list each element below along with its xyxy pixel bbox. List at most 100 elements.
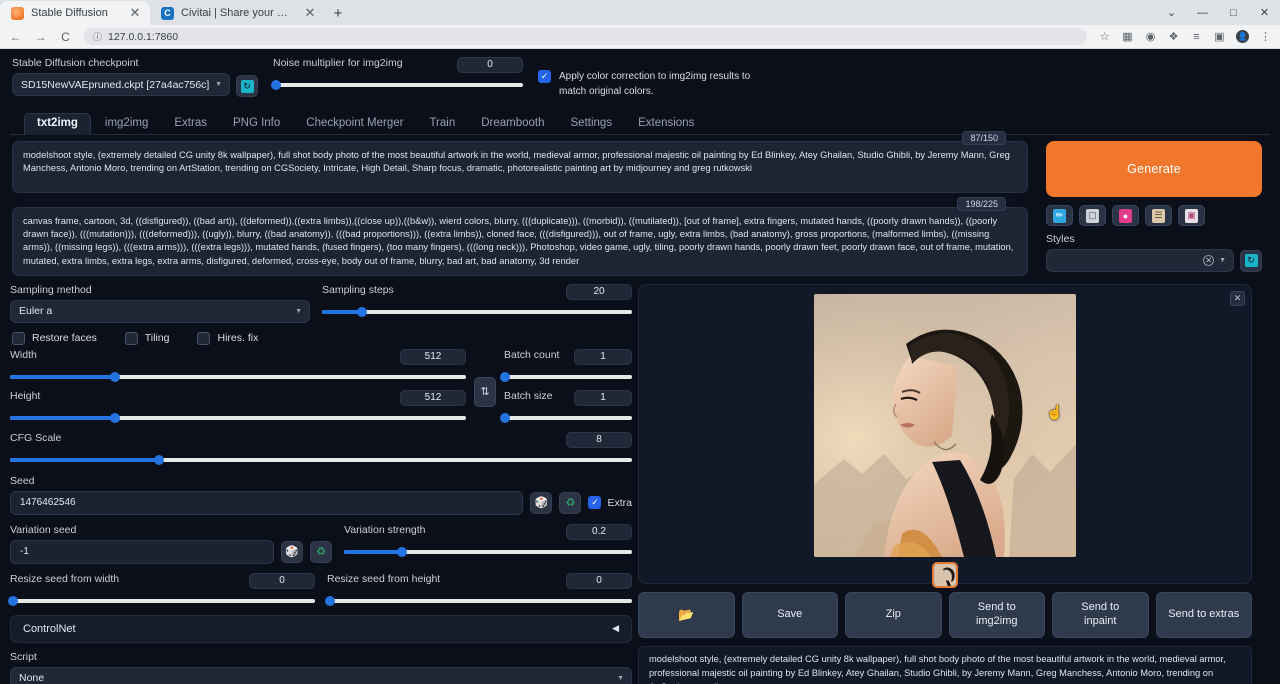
slider-knob[interactable] <box>500 413 510 423</box>
zip-button[interactable]: Zip <box>845 592 942 638</box>
variation-seed-input[interactable]: -1 <box>10 540 274 564</box>
hires-fix-checkbox[interactable] <box>197 332 210 345</box>
tab-settings[interactable]: Settings <box>559 114 625 134</box>
forward-icon[interactable]: → <box>31 27 50 46</box>
sampling-steps-slider[interactable] <box>322 308 632 316</box>
minimize-icon[interactable]: — <box>1187 0 1218 25</box>
bookmark-star-icon[interactable]: ☆ <box>1096 28 1113 45</box>
noise-multiplier-slider[interactable] <box>273 81 523 89</box>
side-panel-icon[interactable]: ▣ <box>1211 28 1228 45</box>
variation-dice-button[interactable]: 🎲 <box>281 541 303 563</box>
variation-recycle-button[interactable]: ♻ <box>310 541 332 563</box>
puzzle-icon[interactable]: ❖ <box>1165 28 1182 45</box>
back-icon[interactable]: ← <box>6 27 25 46</box>
reading-list-icon[interactable]: ≡ <box>1188 28 1205 45</box>
generated-image[interactable]: ☝ <box>814 294 1076 557</box>
cfg-scale-slider[interactable] <box>10 456 632 464</box>
height-value[interactable]: 512 <box>400 390 466 406</box>
gallery-thumbnail[interactable] <box>932 562 958 588</box>
more-menu-icon[interactable]: ⋮ <box>1257 28 1274 45</box>
restore-faces-toggle[interactable]: Restore faces <box>12 332 97 345</box>
send-to-img2img-button[interactable]: Send to img2img <box>949 592 1046 638</box>
send-to-inpaint-button[interactable]: Send to inpaint <box>1052 592 1149 638</box>
checkpoint-select[interactable]: SD15NewVAEpruned.ckpt [27a4ac756c] ▼ <box>12 73 230 96</box>
cfg-scale-value[interactable]: 8 <box>566 432 632 448</box>
hires-fix-toggle[interactable]: Hires. fix <box>197 332 258 345</box>
apply-style-icon[interactable]: ☰ <box>1145 205 1172 226</box>
slider-knob[interactable] <box>500 372 510 382</box>
restore-progress-icon[interactable]: ✏ <box>1046 205 1073 226</box>
extra-checkbox[interactable]: ✓ <box>588 496 601 509</box>
tiling-toggle[interactable]: Tiling <box>125 332 170 345</box>
refresh-checkpoints-button[interactable]: ↻ <box>236 75 258 97</box>
chevron-left-icon[interactable]: ◀ <box>612 623 619 634</box>
tab-train[interactable]: Train <box>417 114 467 134</box>
refresh-styles-button[interactable]: ↻ <box>1240 250 1262 272</box>
close-window-icon[interactable]: ✕ <box>1249 0 1280 25</box>
save-button[interactable]: Save <box>742 592 839 638</box>
seed-input[interactable]: 1476462546 <box>10 491 523 515</box>
height-slider[interactable] <box>10 414 466 422</box>
tab-extensions[interactable]: Extensions <box>626 114 706 134</box>
generate-button[interactable]: Generate <box>1046 141 1262 197</box>
negative-prompt-textarea[interactable]: canvas frame, cartoon, 3d, ((disfigured)… <box>12 207 1028 276</box>
tab-checkpoint-merger[interactable]: Checkpoint Merger <box>294 114 415 134</box>
sampling-steps-value[interactable]: 20 <box>566 284 632 300</box>
batch-count-slider[interactable] <box>504 373 632 381</box>
tiling-checkbox[interactable] <box>125 332 138 345</box>
site-info-icon[interactable]: ⓘ <box>93 30 102 43</box>
profile-icon[interactable]: 👤 <box>1234 28 1251 45</box>
seed-recycle-button[interactable]: ♻ <box>559 492 581 514</box>
chevron-down-icon[interactable]: ⌄ <box>1156 0 1187 25</box>
x-circle-icon[interactable]: ✕ <box>1203 255 1214 266</box>
slider-knob[interactable] <box>154 455 164 465</box>
restore-faces-checkbox[interactable] <box>12 332 25 345</box>
color-correction-field[interactable]: ✓ Apply color correction to img2img resu… <box>538 57 778 99</box>
slider-knob[interactable] <box>8 596 18 606</box>
slider-knob[interactable] <box>325 596 335 606</box>
prompt-textarea[interactable]: modelshoot style, (extremely detailed CG… <box>12 141 1028 193</box>
tab-img2img[interactable]: img2img <box>93 114 160 134</box>
resize-seed-height-slider[interactable] <box>327 597 632 605</box>
batch-size-value[interactable]: 1 <box>574 390 632 406</box>
noise-multiplier-value[interactable]: 0 <box>457 57 523 73</box>
close-icon[interactable]: ✕ <box>128 6 142 20</box>
width-slider[interactable] <box>10 373 466 381</box>
address-bar[interactable]: ⓘ 127.0.0.1:7860 <box>84 28 1087 45</box>
resize-seed-width-slider[interactable] <box>10 597 315 605</box>
send-to-extras-button[interactable]: Send to extras <box>1156 592 1253 638</box>
script-select[interactable]: None ▼ <box>10 667 632 684</box>
controlnet-accordion[interactable]: ControlNet ◀ <box>10 615 632 643</box>
resize-seed-width-value[interactable]: 0 <box>249 573 315 589</box>
slider-knob[interactable] <box>271 80 281 90</box>
seed-dice-button[interactable]: 🎲 <box>530 492 552 514</box>
browser-tab-stable-diffusion[interactable]: Stable Diffusion ✕ <box>0 1 150 25</box>
maximize-icon[interactable]: □ <box>1218 0 1249 25</box>
close-icon[interactable]: ✕ <box>303 6 317 20</box>
tab-png-info[interactable]: PNG Info <box>221 114 292 134</box>
variation-strength-value[interactable]: 0.2 <box>566 524 632 540</box>
slider-knob[interactable] <box>357 307 367 317</box>
resize-seed-height-value[interactable]: 0 <box>566 573 632 589</box>
extensions-grid-icon[interactable]: ▦ <box>1119 28 1136 45</box>
cast-icon[interactable]: ◉ <box>1142 28 1159 45</box>
clear-prompt-icon[interactable]: ▢ <box>1079 205 1106 226</box>
slider-knob[interactable] <box>110 372 120 382</box>
close-gallery-icon[interactable]: ✕ <box>1230 291 1245 306</box>
open-folder-button[interactable]: 📂 <box>638 592 735 638</box>
new-tab-button[interactable]: + <box>325 1 351 25</box>
swap-dimensions-button[interactable]: ⇅ <box>474 377 496 407</box>
tab-dreambooth[interactable]: Dreambooth <box>469 114 556 134</box>
tab-txt2img[interactable]: txt2img <box>24 113 91 135</box>
slider-knob[interactable] <box>397 547 407 557</box>
width-value[interactable]: 512 <box>400 349 466 365</box>
slider-knob[interactable] <box>110 413 120 423</box>
sampling-method-select[interactable]: Euler a ▼ <box>10 300 310 323</box>
batch-size-slider[interactable] <box>504 414 632 422</box>
tab-extras[interactable]: Extras <box>162 114 219 134</box>
reload-icon[interactable]: C <box>56 27 75 46</box>
color-correction-checkbox[interactable]: ✓ <box>538 70 551 83</box>
extra-toggle[interactable]: ✓ Extra <box>588 496 632 509</box>
variation-strength-slider[interactable] <box>344 548 632 556</box>
browser-tab-civitai[interactable]: C Civitai | Share your models ✕ <box>150 1 325 25</box>
